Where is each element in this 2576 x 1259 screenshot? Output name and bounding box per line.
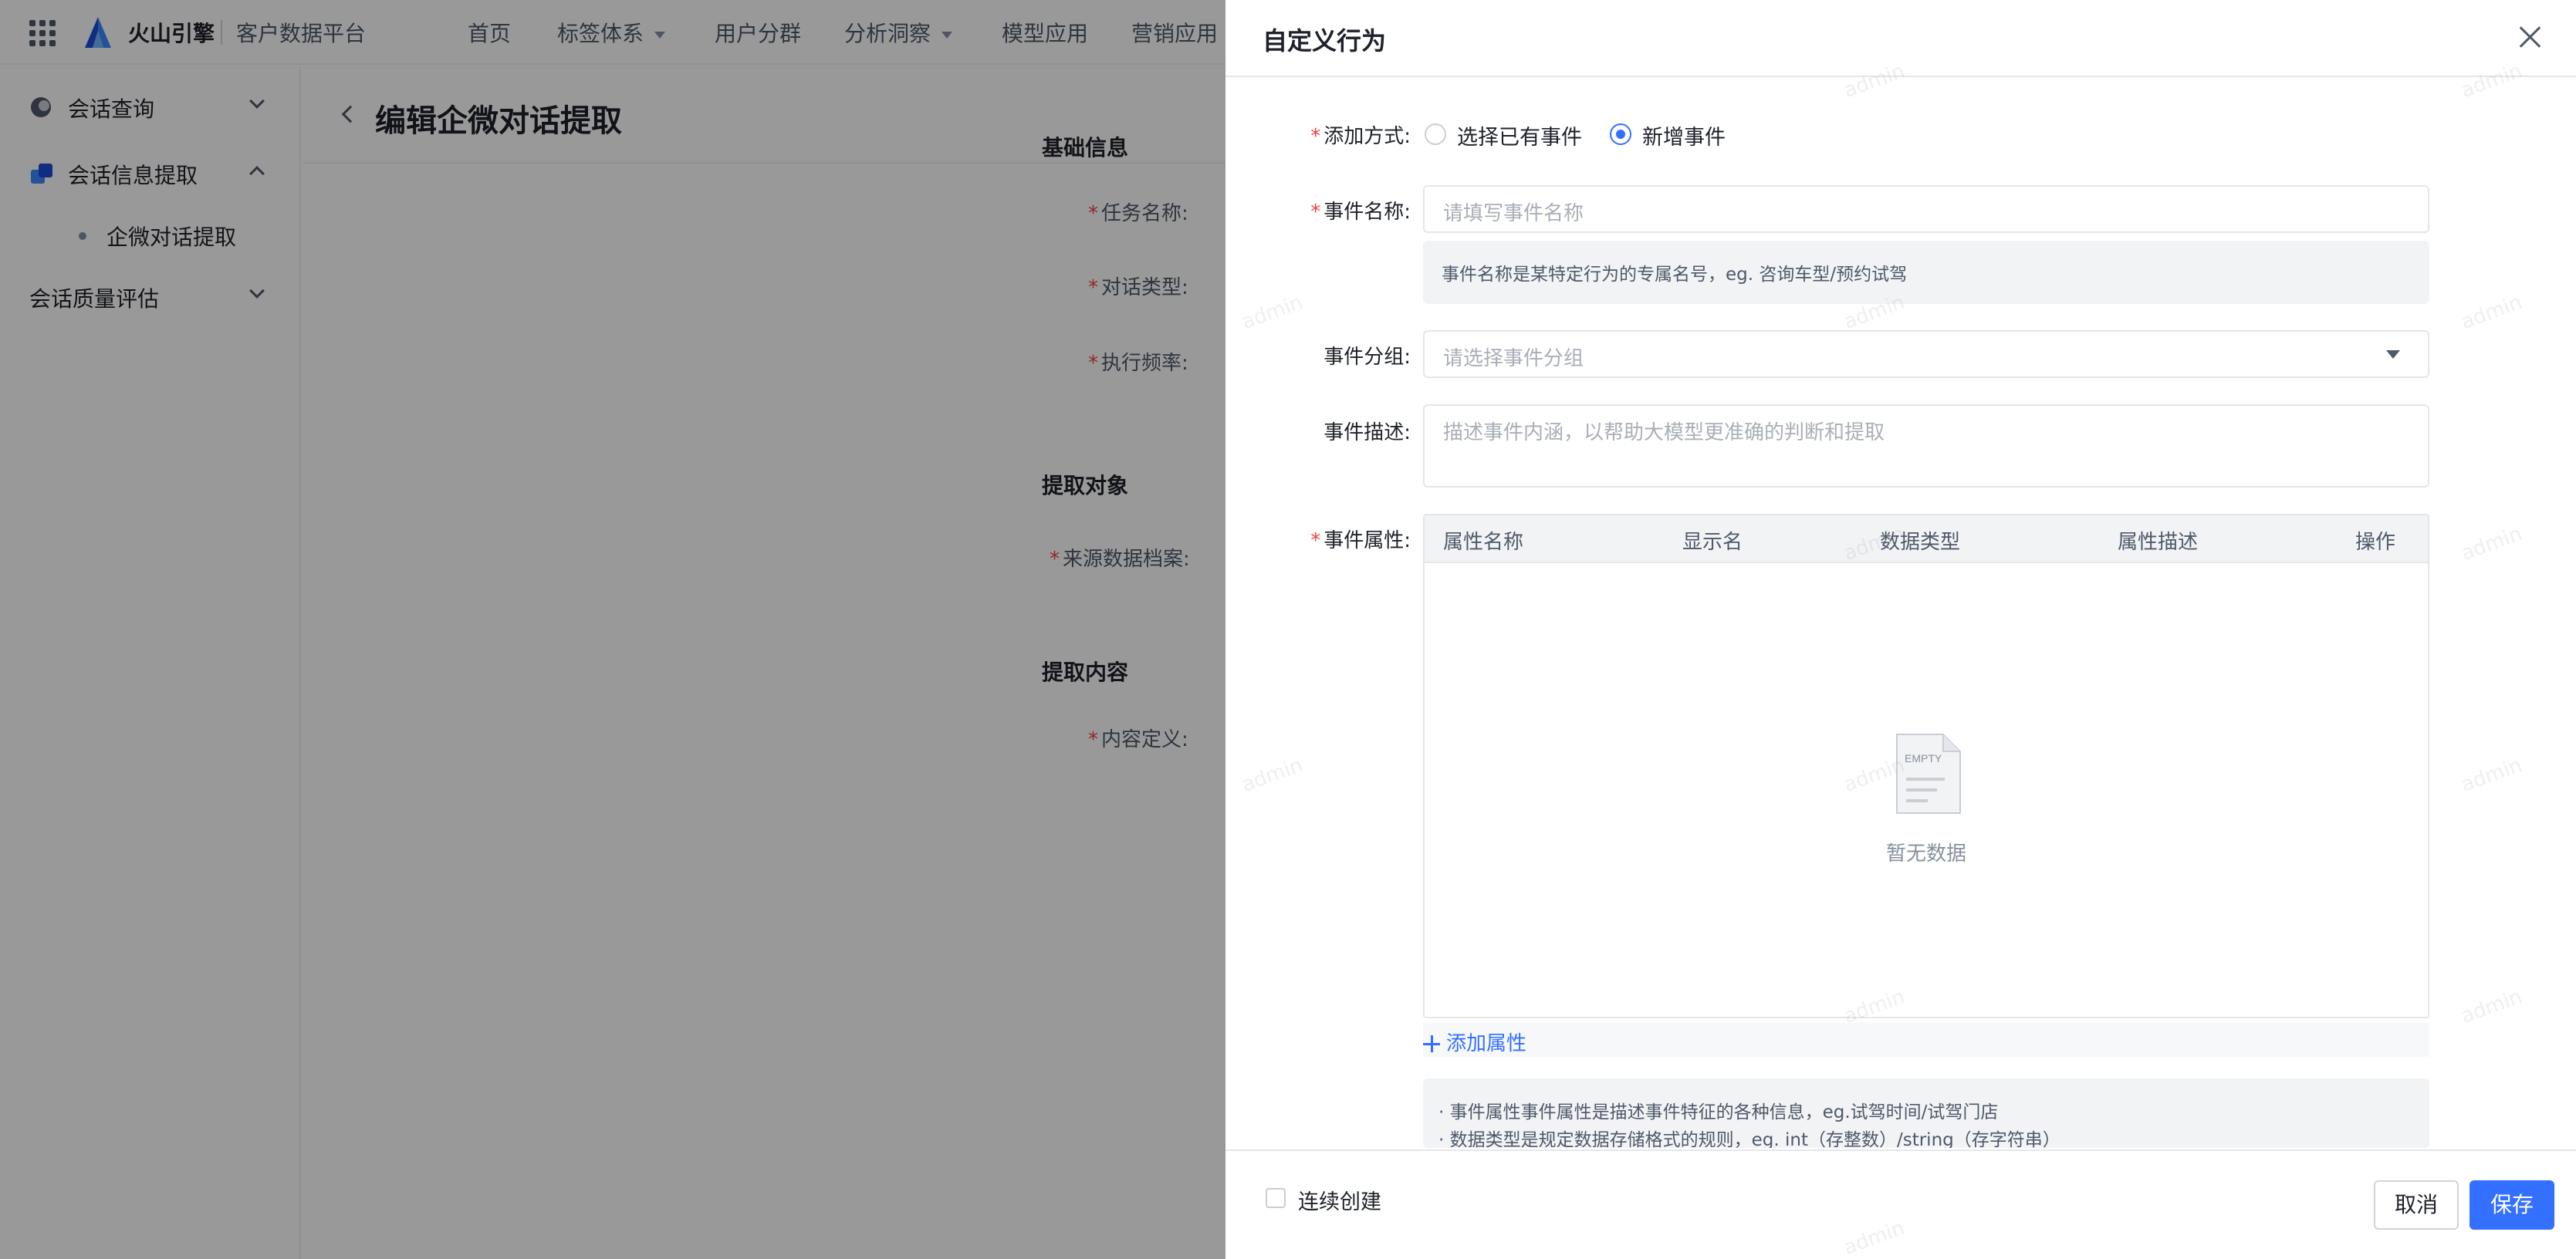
watermark: admin — [2458, 290, 2526, 335]
watermark: admin — [2458, 521, 2526, 566]
empty-text: 暂无数据 — [1885, 842, 1966, 866]
event-name-hint-text: 事件名称是某特定行为的专属名号，eg. 咨询车型/预约试驾 — [1442, 265, 1908, 285]
table-header: 属性名称 显示名 数据类型 属性描述 操作 — [1425, 515, 2428, 563]
event-attrs-table: 属性名称 显示名 数据类型 属性描述 操作 EMPTY 暂无数据 — [1423, 514, 2429, 1018]
drawer-footer: 连续创建 取消 保存 — [1225, 1149, 2576, 1259]
event-group-select[interactable]: 请选择事件分组 — [1423, 330, 2429, 378]
radio-new-event-label[interactable]: 新增事件 — [1642, 120, 1726, 150]
modal-overlay[interactable] — [0, 0, 1227, 1259]
note-line: · 事件属性事件属性是描述事件特征的各种信息，eg.试驾时间/试驾门店 — [1438, 1102, 1999, 1122]
cancel-button[interactable]: 取消 — [2374, 1180, 2459, 1230]
event-group-label: 事件分组: — [1323, 346, 1411, 369]
drawer-title: 自定义行为 — [1263, 26, 1387, 56]
event-group-placeholder: 请选择事件分组 — [1443, 347, 1584, 370]
save-button[interactable]: 保存 — [2470, 1180, 2554, 1230]
continuous-create-label[interactable]: 连续创建 — [1298, 1185, 1381, 1215]
event-name-label: * 事件名称: — [1310, 201, 1411, 224]
event-attrs-label: * 事件属性: — [1310, 529, 1411, 552]
watermark: admin — [1239, 290, 1307, 335]
continuous-create-checkbox[interactable] — [1266, 1188, 1286, 1208]
event-name-hint: 事件名称是某特定行为的专属名号，eg. 咨询车型/预约试驾 — [1423, 241, 2429, 304]
radio-new-event[interactable] — [1610, 123, 1631, 145]
col-attr-desc: 属性描述 — [2118, 531, 2199, 554]
event-name-placeholder: 请填写事件名称 — [1443, 202, 1584, 225]
event-desc-placeholder: 描述事件内涵，以帮助大模型更准确的判断和提取 — [1443, 421, 1885, 444]
close-icon[interactable] — [2516, 23, 2544, 51]
radio-existing-event-label[interactable]: 选择已有事件 — [1457, 120, 1582, 150]
watermark: admin — [2458, 984, 2526, 1029]
col-actions: 操作 — [2355, 531, 2396, 554]
note-line: · 数据类型是规定数据存储格式的规则，eg. int（存整数）/string（存… — [1438, 1130, 2060, 1148]
empty-icon-text: EMPTY — [1905, 752, 1942, 765]
radio-existing-event[interactable] — [1425, 123, 1446, 145]
dropdown-arrow-icon — [2386, 350, 2400, 359]
add-attr-bar: 添加属性 — [1423, 1023, 2429, 1057]
col-display-name: 显示名 — [1682, 531, 1743, 554]
add-attribute-button[interactable]: 添加属性 — [1423, 1028, 1526, 1056]
custom-behavior-drawer: 自定义行为 * 添加方式: 选择已有事件 新增事件 * 事件名称: 请填写事件名称 … — [1225, 0, 2576, 1259]
attr-notes: · 事件属性事件属性是描述事件特征的各种信息，eg.试驾时间/试驾门店 · 数据… — [1423, 1078, 2429, 1148]
add-method-label: * 添加方式: — [1310, 125, 1411, 148]
page: 火山引擎 客户数据平台 首页 标签体系 用户分群 分析洞察 模型应用 营销应用 … — [0, 0, 2576, 1259]
watermark: admin — [2458, 753, 2526, 798]
col-attr-name: 属性名称 — [1443, 531, 1524, 554]
event-desc-label: 事件描述: — [1323, 421, 1411, 444]
watermark: admin — [1239, 753, 1307, 798]
event-name-input[interactable]: 请填写事件名称 — [1423, 185, 2429, 233]
plus-icon — [1423, 1035, 1440, 1052]
event-desc-textarea[interactable]: 描述事件内涵，以帮助大模型更准确的判断和提取 — [1423, 404, 2429, 488]
